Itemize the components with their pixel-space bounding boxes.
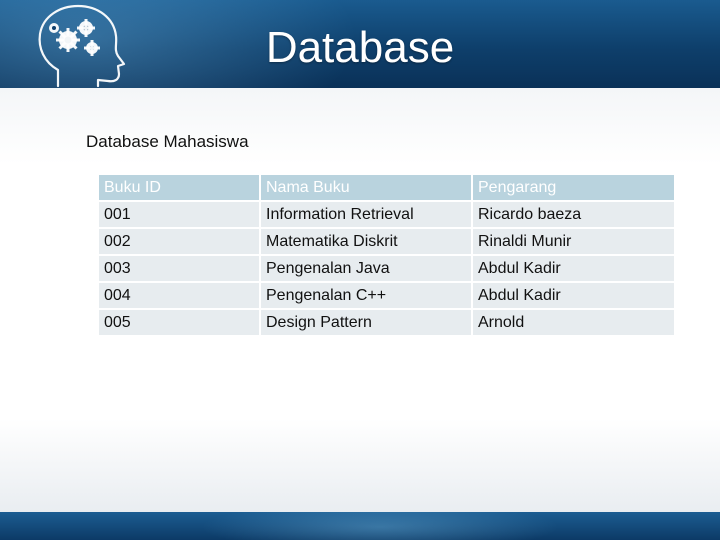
table-header-row: Buku ID Nama Buku Pengarang xyxy=(99,175,674,200)
cell-buku-id: 002 xyxy=(99,229,259,254)
table-row: 004 Pengenalan C++ Abdul Kadir xyxy=(99,283,674,308)
table-row: 005 Design Pattern Arnold xyxy=(99,310,674,335)
cell-pengarang: Abdul Kadir xyxy=(473,283,674,308)
column-header-pengarang: Pengarang xyxy=(473,175,674,200)
cell-nama-buku: Matematika Diskrit xyxy=(261,229,471,254)
books-table: Buku ID Nama Buku Pengarang 001 Informat… xyxy=(97,173,676,337)
title-banner: Database xyxy=(0,0,720,88)
slide-title: Database xyxy=(265,23,455,72)
table-row: 003 Pengenalan Java Abdul Kadir xyxy=(99,256,674,281)
cell-nama-buku: Pengenalan Java xyxy=(261,256,471,281)
cell-pengarang: Abdul Kadir xyxy=(473,256,674,281)
cell-pengarang: Ricardo baeza xyxy=(473,202,674,227)
cell-nama-buku: Information Retrieval xyxy=(261,202,471,227)
footer-bar xyxy=(0,512,720,540)
table-row: 002 Matematika Diskrit Rinaldi Munir xyxy=(99,229,674,254)
table-row: 001 Information Retrieval Ricardo baeza xyxy=(99,202,674,227)
slide-subtitle: Database Mahasiswa xyxy=(86,132,249,151)
cell-buku-id: 004 xyxy=(99,283,259,308)
cell-pengarang: Rinaldi Munir xyxy=(473,229,674,254)
column-header-buku-id: Buku ID xyxy=(99,175,259,200)
cell-buku-id: 003 xyxy=(99,256,259,281)
cell-pengarang: Arnold xyxy=(473,310,674,335)
cell-buku-id: 001 xyxy=(99,202,259,227)
column-header-nama-buku: Nama Buku xyxy=(261,175,471,200)
cell-buku-id: 005 xyxy=(99,310,259,335)
cell-nama-buku: Pengenalan C++ xyxy=(261,283,471,308)
cell-nama-buku: Design Pattern xyxy=(261,310,471,335)
